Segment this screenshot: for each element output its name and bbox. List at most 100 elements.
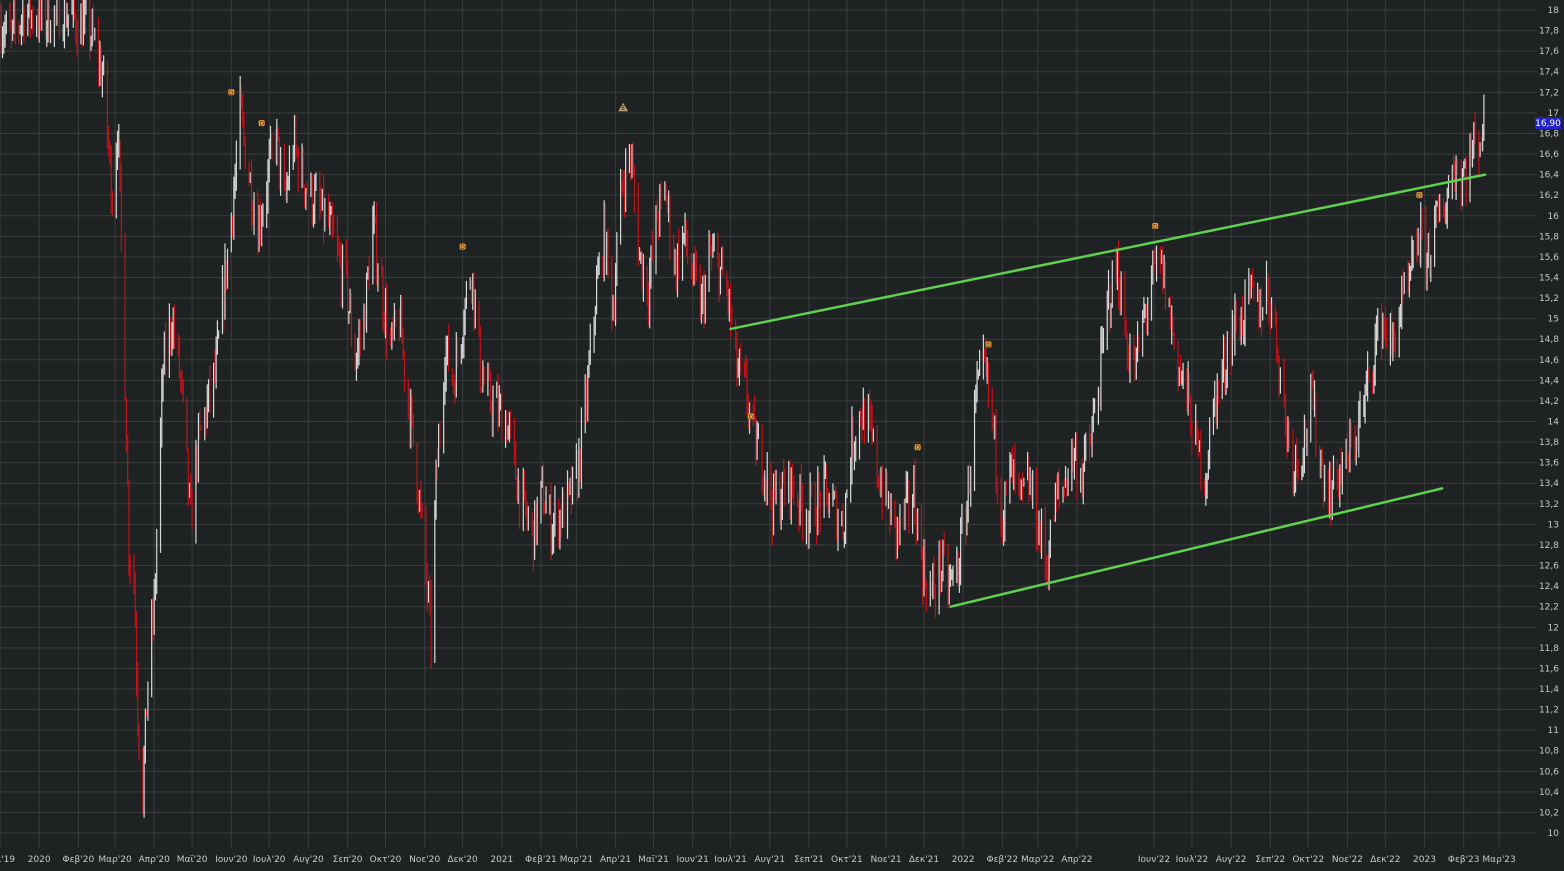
x-tick-label: Σεπ'22: [1255, 855, 1285, 865]
y-tick-label: 16,4: [1539, 171, 1559, 181]
x-tick-label: Οκτ'21: [831, 855, 863, 865]
x-tick-label: Οκτ'20: [370, 855, 402, 865]
x-tick-label: Μαρ'22: [1021, 855, 1054, 865]
y-tick-label: 12,6: [1539, 562, 1559, 572]
y-tick-label: 16: [1548, 212, 1560, 222]
y-tick-label: 15,6: [1539, 253, 1559, 263]
x-tick-label: Μαϊ'20: [177, 855, 208, 865]
event-marker[interactable]: D: [1152, 223, 1159, 231]
y-tick-label: 11: [1548, 726, 1559, 736]
event-marker[interactable]: D: [1416, 192, 1423, 200]
marker-label: D: [1153, 224, 1158, 231]
x-tick-label: Σεπ'21: [794, 855, 824, 865]
x-tick-label: Απρ'21: [600, 855, 631, 865]
y-tick-label: 17,6: [1539, 47, 1559, 57]
x-tick-label: Αυγ'20: [293, 855, 324, 865]
y-tick-label: 15,8: [1539, 232, 1559, 242]
x-tick-label: Μαρ'21: [560, 855, 593, 865]
y-tick-label: 13,2: [1539, 500, 1559, 510]
y-tick-label: 12,2: [1539, 603, 1559, 613]
x-tick-label: Αυγ'21: [754, 855, 785, 865]
y-tick-label: 12: [1548, 623, 1559, 633]
x-tick-label: 2020: [28, 855, 51, 865]
x-tick-label: Δεκ'20: [447, 855, 478, 865]
y-tick-label: 12,8: [1539, 541, 1559, 551]
y-tick-label: 11,8: [1539, 644, 1559, 654]
event-marker[interactable]: D: [228, 89, 235, 97]
x-tick-label: Ιουλ'22: [1176, 855, 1209, 865]
y-tick-label: 14,2: [1539, 397, 1559, 407]
y-tick-label: 15,4: [1539, 273, 1559, 283]
x-tick-label: Μαϊ'21: [638, 855, 669, 865]
marker-label: D: [1417, 193, 1422, 200]
y-tick-label: 11,6: [1539, 664, 1559, 674]
chart-svg: D D D E D D D D D 10 10,2 10,4 10,6 10,8 11 11,2 11,4 11…: [0, 0, 1564, 867]
x-tick-label: Φεβ'22: [987, 855, 1019, 865]
x-tick-label: Αυγ'22: [1216, 855, 1247, 865]
y-tick-label: 15: [1548, 315, 1559, 325]
y-tick-label: 12,4: [1539, 582, 1559, 592]
y-tick-label: 10: [1548, 829, 1560, 839]
marker-label: D: [915, 445, 920, 452]
x-tick-label: Μαρ'20: [98, 855, 132, 865]
event-marker[interactable]: D: [747, 413, 754, 421]
x-tick-label: Νοε'21: [871, 855, 902, 865]
marker-label: E: [621, 105, 625, 112]
y-tick-label: 14,6: [1539, 356, 1559, 366]
y-tick-label: 17,4: [1539, 68, 1559, 78]
y-tick-label: 10,2: [1539, 808, 1559, 818]
y-tick-label: 13,4: [1539, 479, 1559, 489]
x-tick-label: 2023: [1413, 855, 1436, 865]
event-marker[interactable]: D: [914, 444, 921, 452]
x-tick-label: Νοε'22: [1332, 855, 1363, 865]
x-tick-label: 2022: [952, 855, 975, 865]
last-price-text: 16,90: [1535, 119, 1561, 129]
x-tick-label: Φεβ'21: [525, 855, 557, 865]
marker-label: D: [259, 121, 264, 128]
y-tick-label: 10,6: [1539, 767, 1559, 777]
y-tick-label: 10,8: [1539, 747, 1559, 757]
x-tick-label: Ιουν'20: [215, 855, 248, 865]
y-tick-label: 13,6: [1539, 459, 1559, 469]
marker-label: D: [748, 414, 753, 421]
y-tick-label: 16,6: [1539, 150, 1559, 160]
x-tick-label: Οκτ'22: [1292, 855, 1324, 865]
y-tick-label: 15,2: [1539, 294, 1559, 304]
y-tick-label: 16,2: [1539, 191, 1559, 201]
y-tick-label: 11,2: [1539, 706, 1559, 716]
x-tick-label: Απρ'22: [1061, 855, 1092, 865]
event-marker[interactable]: D: [459, 243, 466, 252]
x-tick-label: Απρ'20: [139, 855, 170, 865]
y-tick-label: 18: [1548, 6, 1560, 16]
last-price-label: 16,90: [1535, 117, 1561, 130]
y-tick-label: 14,4: [1539, 376, 1559, 386]
y-tick-label: 13,8: [1539, 438, 1559, 448]
y-tick-label: 14,8: [1539, 335, 1559, 345]
event-marker[interactable]: D: [985, 341, 992, 349]
y-tick-label: 10,4: [1539, 788, 1559, 798]
y-tick-label: 16,8: [1539, 129, 1559, 139]
marker-label: D: [229, 90, 234, 97]
marker-label: D: [460, 244, 465, 251]
y-tick-label: 11,4: [1539, 685, 1559, 695]
x-tick-label: 2021: [490, 855, 513, 865]
event-marker[interactable]: D: [258, 120, 265, 128]
x-tick-label: Νοε'20: [409, 855, 440, 865]
y-tick-label: 17,8: [1539, 27, 1559, 37]
x-tick-label: Ιουλ'21: [714, 855, 747, 865]
x-tick-label: Δεκ'21: [909, 855, 939, 865]
y-tick-label: 13: [1548, 520, 1559, 530]
chart-background: [0, 0, 1564, 867]
x-tick-label: Μαρ'23: [1482, 855, 1515, 865]
x-tick-label: Ιουν'22: [1138, 855, 1170, 865]
x-tick-label: Φεβ'23: [1448, 855, 1480, 865]
y-tick-label: 17,2: [1539, 88, 1559, 98]
x-tick-label: Φεβ'20: [63, 855, 95, 865]
x-tick-label: Ιουν'21: [676, 855, 708, 865]
y-tick-label: 14: [1548, 418, 1560, 428]
x-tick-label: Δεκ'22: [1370, 855, 1400, 865]
x-tick-label: Σεπ'20: [333, 855, 363, 865]
x-tick-label: Δεκ'19: [0, 855, 15, 865]
marker-label: D: [986, 342, 991, 349]
x-tick-label: Ιουλ'20: [253, 855, 286, 865]
